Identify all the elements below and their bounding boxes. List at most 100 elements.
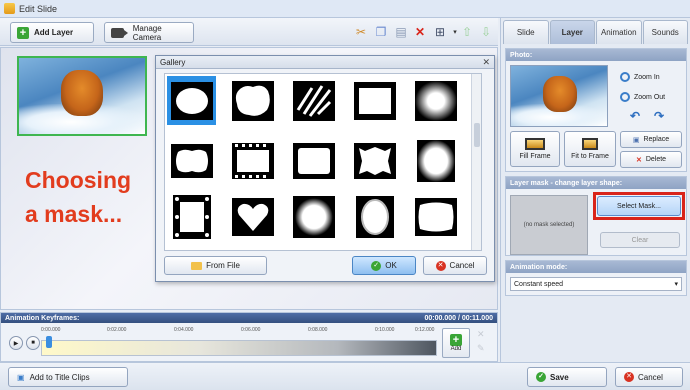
tab-slide[interactable]: Slide [503, 20, 549, 44]
ruler-tick: 0:00.000 [41, 327, 61, 333]
rotate-left-icon[interactable]: ↶ [630, 109, 640, 123]
gallery-dialog: Gallery ✕ From File ✓ OK ✕ Cancel [155, 55, 495, 282]
add-keyframe-button[interactable]: + Add [442, 328, 470, 358]
rotate-right-icon[interactable]: ↷ [654, 109, 664, 123]
tab-animation[interactable]: Animation [596, 20, 642, 44]
window-title: Edit Slide [19, 3, 58, 14]
delete-icon: ✕ [635, 156, 642, 164]
layer-photo-thumbnail[interactable] [17, 56, 147, 136]
properties-panel: Slide Layer Animation Sounds Photo: Zoom… [500, 18, 690, 362]
delete-photo-button[interactable]: ✕ Delete [620, 151, 682, 168]
play-button[interactable]: ▶ [9, 336, 23, 350]
tiger-image [61, 70, 103, 116]
mask-ornate[interactable] [167, 136, 216, 185]
checkmark-icon: ✓ [536, 372, 546, 382]
mask-grunge-rect[interactable] [411, 136, 460, 185]
mask-decorative-border[interactable] [167, 192, 216, 241]
cut-icon[interactable]: ✂ [352, 23, 370, 41]
add-layer-label: Add Layer [34, 28, 74, 37]
caption-line-2: a mask... [25, 201, 123, 227]
fill-frame-label: Fill Frame [519, 153, 551, 160]
mask-blob[interactable] [228, 76, 277, 125]
move-down-icon[interactable]: ⇩ [477, 23, 495, 41]
save-button[interactable]: ✓ Save [527, 367, 607, 387]
title-clips-icon: ▣ [17, 372, 25, 382]
manage-camera-label: Manage Camera [132, 23, 162, 42]
keyframe-marker[interactable] [46, 336, 52, 348]
save-label: Save [550, 372, 569, 382]
fit-to-frame-button[interactable]: Fit to Frame [564, 131, 616, 167]
add-to-title-clips-label: Add to Title Clips [29, 372, 90, 382]
replace-icon: ▣ [632, 136, 640, 144]
timeline-ruler: 0:00.000 0:02.000 0:04.000 0:06.000 0:08… [41, 327, 437, 337]
from-file-button[interactable]: From File [164, 256, 267, 275]
mask-soft-glow[interactable] [411, 76, 460, 125]
gallery-scrollbar[interactable] [471, 74, 481, 250]
fill-frame-button[interactable]: Fill Frame [510, 131, 560, 167]
mask-rounded-rect[interactable] [289, 136, 338, 185]
keyframes-title: Animation Keyframes: [5, 314, 80, 322]
fill-frame-icon [525, 138, 545, 150]
keyframes-header: Animation Keyframes: 00:00.000 / 00:11.0… [1, 313, 497, 323]
from-file-label: From File [206, 261, 240, 270]
title-bar: Edit Slide [0, 0, 690, 18]
layer-mask-section: Layer mask - change layer shape: (no mas… [505, 176, 687, 256]
clear-mask-button[interactable]: Clear [600, 232, 680, 248]
zoom-out-button[interactable]: Zoom Out [620, 91, 665, 103]
delete-icon[interactable]: ✕ [411, 23, 429, 41]
keyframe-track[interactable] [41, 340, 437, 356]
mask-heart[interactable] [228, 192, 277, 241]
mask-starburst-frame[interactable] [350, 136, 399, 185]
mask-grid [164, 73, 482, 251]
edit-keyframe-icon[interactable]: ✎ [477, 343, 485, 354]
layer-mask-heading: Layer mask - change layer shape: [506, 177, 686, 189]
tiger-image [543, 76, 577, 112]
chevron-down-icon: ▾ [674, 281, 678, 288]
delete-keyframe-icon[interactable]: ✕ [477, 329, 485, 340]
cancel-button[interactable]: ✕ Cancel [615, 367, 683, 387]
close-icon[interactable]: ✕ [482, 57, 490, 68]
zoom-in-button[interactable]: Zoom In [620, 71, 660, 83]
add-to-title-clips-button[interactable]: ▣ Add to Title Clips [8, 367, 128, 387]
cancel-label: Cancel [638, 372, 663, 382]
ok-label: OK [385, 261, 397, 270]
delete-label: Delete [645, 156, 667, 163]
folder-icon [191, 261, 203, 270]
mask-oval-frame[interactable] [167, 76, 216, 125]
mask-torn-rect[interactable] [350, 76, 399, 125]
ruler-tick: 0:12.000 [415, 327, 435, 333]
paste-icon[interactable]: ▤ [392, 23, 410, 41]
animation-keyframes-panel: Animation Keyframes: 00:00.000 / 00:11.0… [0, 312, 498, 362]
photo-preview [510, 65, 608, 127]
zoom-in-icon [620, 72, 630, 82]
ok-button[interactable]: ✓ OK [352, 256, 416, 275]
copy-icon[interactable]: ❐ [372, 23, 390, 41]
mask-preview: (no mask selected) [510, 195, 588, 255]
gallery-title: Gallery [160, 57, 186, 67]
scrollbar-thumb[interactable] [474, 123, 480, 147]
add-layer-button[interactable]: + Add Layer [10, 22, 94, 43]
tab-sounds[interactable]: Sounds [642, 20, 688, 44]
zoom-out-label: Zoom Out [634, 93, 666, 101]
mask-scribble[interactable] [289, 76, 338, 125]
plus-icon: + [450, 334, 462, 346]
gallery-cancel-button[interactable]: ✕ Cancel [423, 256, 487, 275]
cancel-icon: ✕ [624, 372, 634, 382]
add-keyframe-label: Add [450, 346, 462, 352]
move-up-icon[interactable]: ⇧ [458, 23, 476, 41]
tab-layer[interactable]: Layer [549, 20, 595, 44]
fit-frame-icon [582, 138, 598, 150]
stop-button[interactable]: ■ [26, 336, 40, 350]
replace-label: Replace [643, 136, 670, 143]
mask-oval-soft[interactable] [350, 192, 399, 241]
mask-soft-circle[interactable] [289, 192, 338, 241]
mask-cushion[interactable] [411, 192, 460, 241]
animation-mode-select[interactable]: Constant speed ▾ [510, 277, 682, 291]
plus-icon: + [17, 26, 29, 39]
mask-filmstrip[interactable] [228, 136, 277, 185]
app-icon [4, 3, 15, 14]
manage-camera-button[interactable]: Manage Camera [104, 22, 194, 43]
ruler-tick: 0:08.000 [308, 327, 328, 333]
photo-heading: Photo: [506, 49, 686, 61]
replace-button[interactable]: ▣ Replace [620, 131, 682, 148]
